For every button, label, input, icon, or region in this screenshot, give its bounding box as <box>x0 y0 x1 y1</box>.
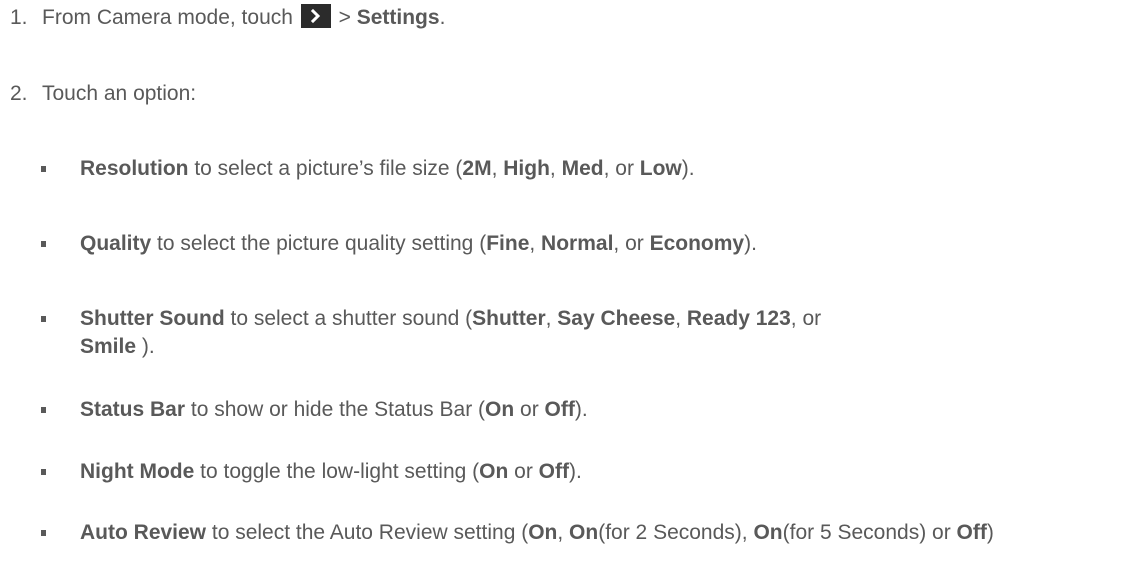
option-desc: to select a picture’s file size ( <box>188 157 463 180</box>
bullet-marker <box>41 166 46 172</box>
bullet-marker <box>41 469 46 475</box>
option-value: Off <box>544 398 575 421</box>
option-name: Night Mode <box>80 460 195 483</box>
option-desc: to select a shutter sound ( <box>224 307 473 330</box>
step-number: 1. <box>10 6 28 29</box>
option-value: Ready 123 <box>686 307 791 330</box>
option-value: Fine <box>486 232 530 255</box>
option-desc: to select the picture quality setting ( <box>151 232 487 255</box>
option-end: ). <box>136 335 155 358</box>
option-sep: , or <box>613 232 650 255</box>
option-desc: to select the Auto Review setting ( <box>206 521 529 544</box>
step-number: 2. <box>10 82 28 105</box>
option-value: Smile <box>80 335 137 358</box>
option-value: On <box>528 521 558 544</box>
option-sep: , <box>557 521 570 544</box>
option-name: Quality <box>80 232 152 255</box>
step-text-end: . <box>439 6 446 29</box>
option-value: Say Cheese <box>557 307 676 330</box>
option-sep: or <box>508 460 539 483</box>
option-value: On <box>569 521 599 544</box>
option-sep: , <box>549 157 562 180</box>
option-sep: (for 2 Seconds), <box>598 521 754 544</box>
option-end: ) <box>986 521 994 544</box>
option-sep: or <box>514 398 545 421</box>
option-value: Off <box>538 460 569 483</box>
step-text: From Camera mode, touch <box>42 6 293 29</box>
instructions-page: 1. From Camera mode, touch > Settings. 2.… <box>0 0 1136 575</box>
step-text-separator: > <box>332 6 357 29</box>
option-name: Shutter Sound <box>80 307 225 330</box>
bullet-marker <box>41 530 46 536</box>
option-end: ). <box>681 157 695 180</box>
option-value: 2M <box>462 157 492 180</box>
option-desc: to toggle the low-light setting ( <box>194 460 480 483</box>
option-sep: , or <box>790 307 822 330</box>
option-desc: to show or hide the Status Bar ( <box>185 398 486 421</box>
option-value: Shutter <box>472 307 546 330</box>
option-value: On <box>479 460 509 483</box>
option-value: Low <box>639 157 682 180</box>
option-end: ). <box>744 232 757 255</box>
option-end: ). <box>574 398 588 421</box>
step-text: Touch an option: <box>42 82 197 105</box>
bullet-marker <box>41 316 46 322</box>
chevron-right-icon <box>300 4 331 28</box>
option-value: On <box>753 521 783 544</box>
step-2: 2. Touch an option: <box>10 80 196 108</box>
option-value: High <box>503 157 550 180</box>
option-sep: , <box>491 157 504 180</box>
bullet-marker <box>41 241 46 247</box>
option-name: Resolution <box>80 157 189 180</box>
bullet-marker <box>41 407 46 413</box>
option-end: ). <box>568 460 582 483</box>
option-value: Normal <box>541 232 614 255</box>
option-value: Economy <box>649 232 745 255</box>
option-sep: , <box>529 232 542 255</box>
option-sep: , or <box>603 157 640 180</box>
option-name: Auto Review <box>80 521 207 544</box>
option-name: Status Bar <box>80 398 186 421</box>
settings-label: Settings <box>356 6 440 29</box>
option-sep: (for 5 Seconds) or <box>782 521 957 544</box>
option-value: Med <box>561 157 604 180</box>
option-sep: , <box>675 307 687 330</box>
option-value: Off <box>956 521 987 544</box>
option-value: On <box>485 398 515 421</box>
step-1: 1. From Camera mode, touch > Settings. <box>10 4 445 32</box>
option-sep: , <box>545 307 558 330</box>
